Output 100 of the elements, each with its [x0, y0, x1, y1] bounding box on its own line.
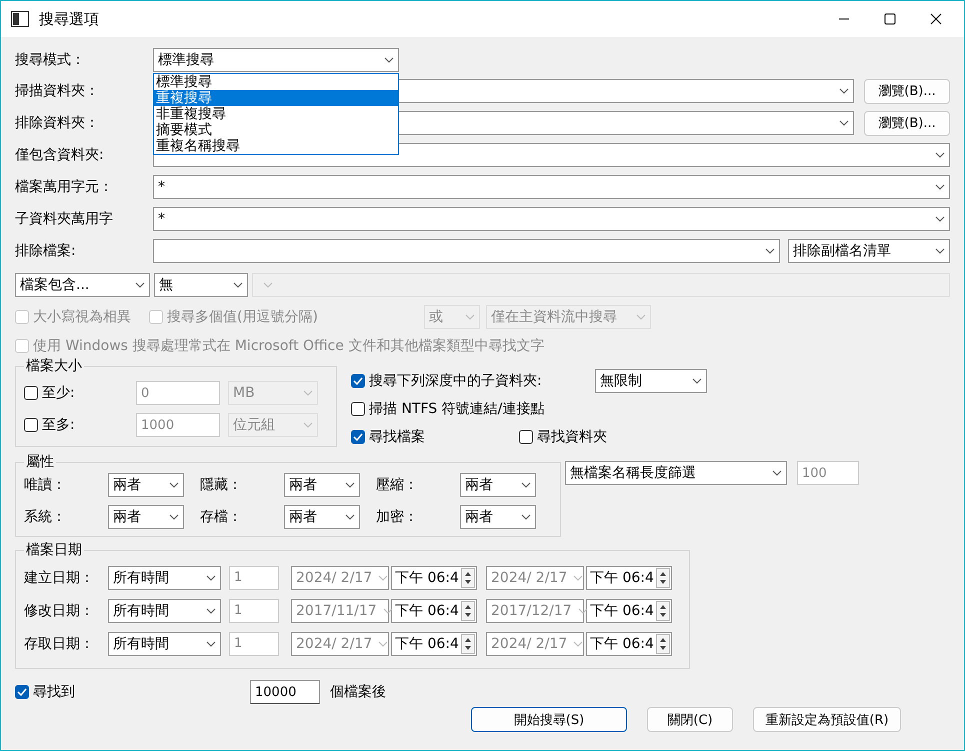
spinner-icon[interactable] — [656, 600, 670, 620]
check-icon — [353, 433, 363, 441]
chevron-icon — [692, 378, 702, 384]
chevron-icon — [345, 482, 355, 488]
spinner-icon[interactable] — [656, 568, 670, 588]
chevron-icon — [169, 514, 179, 520]
chevron-icon — [378, 640, 388, 646]
chevron-icon — [521, 482, 531, 488]
dialog-button[interactable]: 重新設定為預設值(R) — [753, 707, 901, 732]
attribute-label: 加密： — [376, 508, 419, 526]
attribute-dropdown[interactable]: 兩者 — [284, 505, 360, 529]
date-label: 存取日期： — [24, 634, 95, 652]
checkbox[interactable] — [24, 418, 38, 432]
attribute-label: 壓縮： — [376, 476, 419, 494]
chevron-icon — [636, 314, 646, 320]
maximize-icon[interactable] — [884, 13, 896, 25]
size-field[interactable]: 0 — [136, 381, 220, 405]
chevron-icon — [772, 470, 782, 476]
dropdown-option[interactable]: 非重複搜尋 — [154, 106, 398, 122]
chevron-icon — [206, 608, 216, 614]
chevron-icon — [935, 152, 945, 158]
chevron-icon — [206, 640, 216, 646]
chevron-icon — [378, 574, 388, 580]
window-icon — [11, 11, 29, 27]
checkbox[interactable] — [351, 374, 365, 388]
chevron-icon — [573, 574, 584, 580]
depth-dropdown[interactable]: 無限制 — [595, 369, 707, 393]
attribute-dropdown[interactable]: 兩者 — [460, 473, 536, 497]
checkbox-label: 掃描 NTFS 符號連結/連接點 — [369, 400, 544, 418]
chevron-icon — [169, 482, 179, 488]
window-title: 搜尋選項 — [39, 10, 99, 28]
search-mode-dropdown[interactable]: 標準搜尋 — [153, 48, 399, 72]
spinner-icon[interactable] — [461, 634, 475, 654]
field-label: 檔案萬用字元： — [15, 178, 114, 196]
chevron-icon — [303, 390, 313, 396]
dialog-button[interactable]: 開始搜尋(S) — [471, 707, 627, 732]
attribute-dropdown[interactable]: 兩者 — [284, 473, 360, 497]
chevron-icon — [839, 120, 849, 126]
attribute-label: 系統： — [24, 508, 67, 526]
date-label: 建立日期： — [24, 568, 95, 586]
spinner-icon[interactable] — [656, 634, 670, 654]
content-type-dropdown[interactable]: 無 — [154, 273, 248, 297]
chevron-icon — [384, 57, 394, 63]
dropdown-option[interactable]: 重複搜尋 — [154, 90, 398, 106]
chevron-icon — [263, 282, 273, 288]
check-icon — [353, 377, 363, 385]
checkbox[interactable] — [351, 402, 365, 416]
group-title: 檔案大小 — [25, 357, 83, 375]
checkbox[interactable] — [24, 386, 38, 400]
attribute-dropdown[interactable]: 兩者 — [108, 505, 184, 529]
checkbox-label: 至少: — [42, 384, 75, 402]
checkbox-label: 大小寫視為相異 — [33, 308, 131, 326]
checkbox-label: 至多: — [42, 416, 75, 434]
chevron-icon — [765, 248, 775, 254]
exclude-list-dropdown[interactable]: 排除副檔名清單 — [788, 239, 950, 263]
field-label: 排除資料夾： — [15, 114, 100, 132]
content-mode-dropdown[interactable]: 檔案包含... — [15, 273, 150, 297]
size-field[interactable]: 1000 — [136, 413, 220, 437]
dropdown-option[interactable]: 摘要模式 — [154, 122, 398, 138]
chevron-icon — [935, 248, 945, 254]
attribute-label: 唯讀： — [24, 476, 67, 494]
chevron-icon — [573, 640, 584, 646]
browse-button[interactable]: 瀏覽(B)... — [864, 78, 950, 104]
attribute-label: 存檔： — [200, 508, 243, 526]
browse-button[interactable]: 瀏覽(B)... — [864, 110, 950, 136]
field-label: 掃描資料夾： — [15, 82, 100, 100]
chevron-icon — [578, 608, 588, 614]
chevron-icon — [464, 314, 475, 320]
chevron-icon — [303, 422, 313, 428]
checkbox-label: 搜尋多個值(用逗號分隔) — [167, 308, 318, 326]
checkbox-label: 尋找資料夾 — [537, 428, 607, 446]
checkbox[interactable] — [15, 685, 29, 699]
checkbox-label: 尋找到 — [33, 683, 75, 701]
chevron-icon — [206, 574, 216, 580]
checkbox-label: 搜尋下列深度中的子資料夾: — [369, 372, 542, 390]
limit-field[interactable]: 10000 — [250, 680, 320, 704]
group-title: 檔案日期 — [25, 541, 83, 559]
dropdown-option[interactable]: 標準搜尋 — [154, 74, 398, 90]
spinner-icon[interactable] — [461, 600, 475, 620]
checkbox-label: 使用 Windows 搜尋處理常式在 Microsoft Office 文件和其他檔案類型中尋找文字 — [33, 337, 544, 355]
checkbox[interactable] — [351, 430, 365, 444]
dropdown-option[interactable]: 重複名稱搜尋 — [154, 138, 398, 154]
spinner-icon[interactable] — [461, 568, 475, 588]
field-label: 個檔案後 — [330, 683, 386, 701]
field-label: 子資料夾萬用字 — [15, 210, 114, 228]
chevron-icon — [233, 282, 243, 288]
chevron-icon — [935, 216, 945, 222]
chevron-icon — [935, 184, 945, 190]
attribute-dropdown[interactable]: 兩者 — [460, 505, 536, 529]
field-label: 搜尋模式： — [15, 51, 86, 69]
dialog-button[interactable]: 關閉(C) — [647, 707, 733, 732]
chevron-icon — [839, 88, 849, 94]
attribute-label: 隱藏： — [200, 476, 243, 494]
chevron-icon — [135, 282, 145, 288]
combo-box[interactable]: * — [153, 175, 950, 199]
attribute-dropdown[interactable]: 兩者 — [108, 473, 184, 497]
chevron-icon — [382, 608, 393, 614]
combo-box[interactable]: * — [153, 207, 950, 231]
close-icon[interactable] — [930, 13, 942, 25]
checkbox[interactable] — [519, 430, 533, 444]
